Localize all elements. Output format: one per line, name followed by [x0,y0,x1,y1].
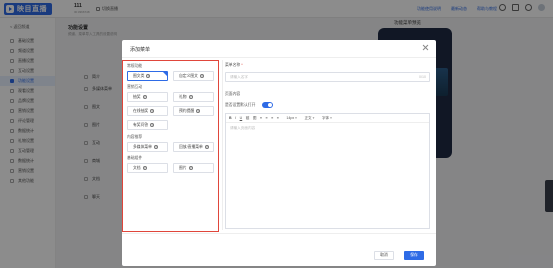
option-label: 多媒体菜单 [133,144,152,149]
option-label: 在线抽奖 [133,108,149,113]
option-label: 有奖问答 [133,122,149,127]
menu-type-option[interactable]: 有奖问答? [127,120,168,130]
menu-type-option[interactable]: 多媒体菜单? [127,142,168,152]
menu-type-option[interactable]: 图文类? [127,71,168,81]
underline-button[interactable]: U [240,116,243,120]
option-label: 图片 [179,165,187,170]
font-size-select[interactable]: 14px [286,116,297,120]
help-icon[interactable]: ? [188,95,193,99]
group-title: 内容推荐 [127,135,143,139]
help-icon[interactable]: ? [199,74,204,78]
menu-type-option[interactable]: 回放/直播菜单? [173,142,214,152]
option-label: 礼物 [179,94,187,99]
save-button[interactable]: 保存 [404,251,424,260]
help-icon[interactable]: ? [204,145,209,149]
image-icon[interactable]: 图 [253,116,257,121]
menu-type-option[interactable]: 预约提醒? [173,106,214,116]
group-title: 基础组件 [127,156,143,160]
menu-type-option[interactable]: 礼物? [173,92,214,102]
menu-name-label: 菜单名称 * [225,63,243,68]
menu-name-label-text: 菜单名称 [225,63,241,67]
menu-type-option[interactable]: 文档? [127,163,168,173]
option-label: 文档 [133,165,141,170]
required-mark: * [240,63,243,67]
help-icon[interactable]: ? [146,74,151,78]
option-label: 预约提醒 [179,108,195,113]
page-content-label: 页面内容 [225,92,241,96]
group-title: 营销互动 [127,85,143,89]
link-icon[interactable]: 链 [246,116,250,121]
menu-type-option[interactable]: 图片? [173,163,214,173]
default-open-toggle[interactable] [262,102,273,108]
help-icon[interactable]: ? [150,109,155,113]
group-title: 常规功能 [127,64,143,68]
menu-type-option[interactable]: 抽奖? [127,92,168,102]
add-menu-dialog: 添加菜单 常规功能 图文类? 自定义图文? 营销互动 抽奖? 礼物? 在线抽奖?… [122,40,436,266]
list-icon[interactable]: ≡ [277,116,279,120]
dialog-title: 添加菜单 [130,47,151,53]
menu-config-panel: 菜单名称 * 请输入名字 0/10 页面内容 是否设置默认打开 B I U 链 … [225,60,431,230]
italic-button[interactable]: I [235,116,236,120]
option-label: 自定义图文 [179,73,198,78]
menu-name-placeholder: 请输入名字 [230,74,248,79]
bold-button[interactable]: B [229,116,232,120]
close-icon[interactable] [422,44,429,51]
rich-text-editor[interactable]: B I U 链 图 ≡ ≡ ≡ ≡ 14px 正文 字体 请输入页面内容 [225,113,430,229]
help-icon[interactable]: ? [196,109,201,113]
editor-toolbar: B I U 链 图 ≡ ≡ ≡ ≡ 14px 正文 字体 [226,114,429,123]
help-icon[interactable]: ? [150,123,155,127]
option-label: 抽奖 [133,94,141,99]
help-icon[interactable]: ? [188,166,193,170]
footer-divider [122,233,436,234]
menu-type-panel: 常规功能 图文类? 自定义图文? 营销互动 抽奖? 礼物? 在线抽奖? 预约提醒… [122,60,219,232]
align-right-icon[interactable]: ≡ [271,116,273,120]
panel-divider [222,60,223,230]
menu-type-option[interactable]: 在线抽奖? [127,106,168,116]
option-label: 图文类 [133,73,145,78]
default-open-label: 是否设置默认打开 [225,103,256,107]
help-icon[interactable]: ? [142,166,147,170]
help-icon[interactable]: ? [153,145,158,149]
option-label: 回放/直播菜单 [179,144,203,149]
menu-name-input[interactable]: 请输入名字 0/10 [225,72,430,82]
paragraph-select[interactable]: 正文 [304,116,314,121]
cancel-button[interactable]: 取消 [374,251,394,260]
align-left-icon[interactable]: ≡ [260,116,262,120]
align-center-icon[interactable]: ≡ [266,116,268,120]
divider [122,57,436,58]
font-family-select[interactable]: 字体 [322,116,332,121]
help-icon[interactable]: ? [142,95,147,99]
char-count: 0/10 [419,75,426,79]
editor-placeholder: 请输入页面内容 [230,126,256,130]
menu-type-option[interactable]: 自定义图文? [173,71,214,81]
